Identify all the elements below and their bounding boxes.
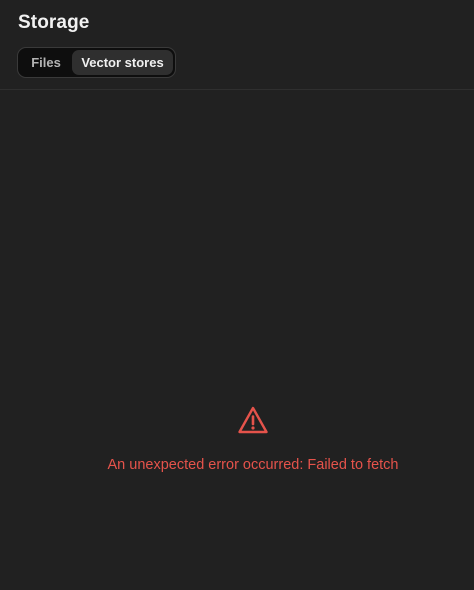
storage-header: Storage Files Vector stores xyxy=(0,0,474,90)
tab-files[interactable]: Files xyxy=(20,50,72,75)
storage-tab-switcher: Files Vector stores xyxy=(17,47,176,78)
error-message: An unexpected error occurred: Failed to … xyxy=(107,457,399,473)
page-title: Storage xyxy=(18,12,90,33)
warning-triangle-icon xyxy=(238,406,268,434)
tab-vector-stores[interactable]: Vector stores xyxy=(72,50,173,75)
error-state: An unexpected error occurred: Failed to … xyxy=(0,405,474,473)
